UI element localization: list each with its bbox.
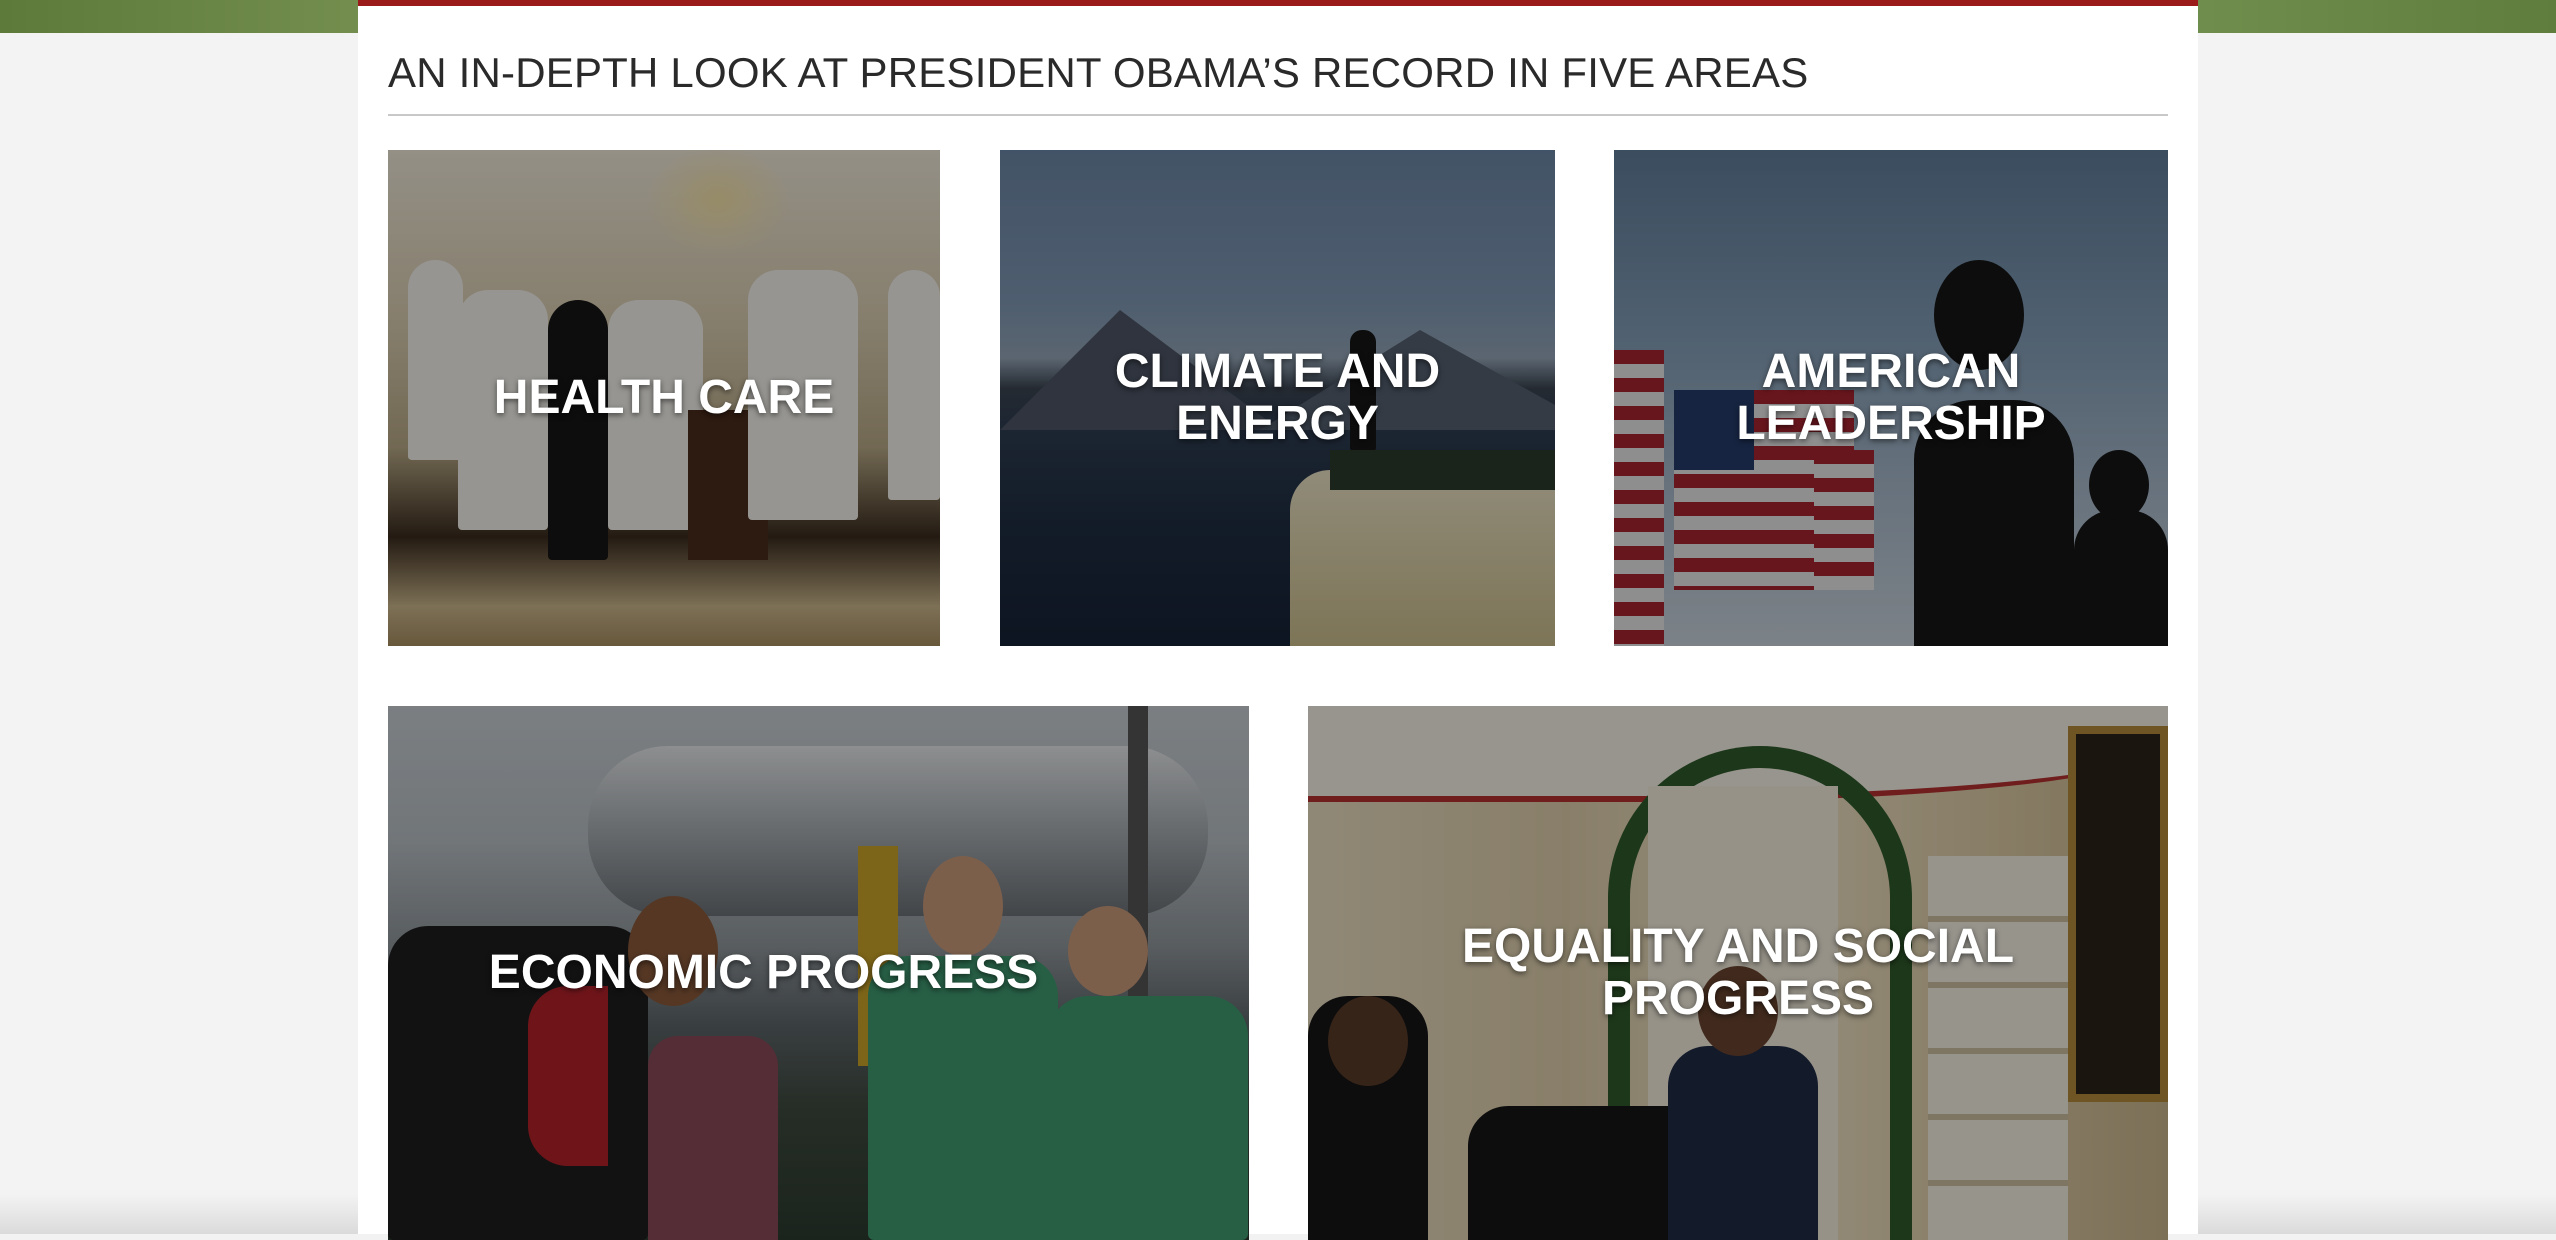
title-divider (388, 114, 2168, 116)
card-health-care[interactable]: HEALTH CARE (388, 150, 940, 646)
american-leadership-label: AMERICAN LEADERSHIP (1614, 346, 2168, 450)
card-climate-energy[interactable]: CLIMATE AND ENERGY (1000, 150, 1555, 646)
climate-energy-label: CLIMATE AND ENERGY (1000, 346, 1555, 450)
card-american-leadership[interactable]: AMERICAN LEADERSHIP (1614, 150, 2168, 646)
card-economic-progress[interactable]: ECONOMIC PROGRESS (388, 706, 1249, 1240)
health-care-label: HEALTH CARE (388, 372, 940, 424)
content-panel: AN IN-DEPTH LOOK AT PRESIDENT OBAMA’S RE… (358, 0, 2198, 1234)
section-title: AN IN-DEPTH LOOK AT PRESIDENT OBAMA’S RE… (388, 48, 2168, 98)
equality-social-progress-label: EQUALITY AND SOCIAL PROGRESS (1308, 921, 2168, 1025)
card-equality-social-progress[interactable]: EQUALITY AND SOCIAL PROGRESS (1308, 706, 2168, 1240)
economic-progress-label: ECONOMIC PROGRESS (388, 947, 1249, 999)
